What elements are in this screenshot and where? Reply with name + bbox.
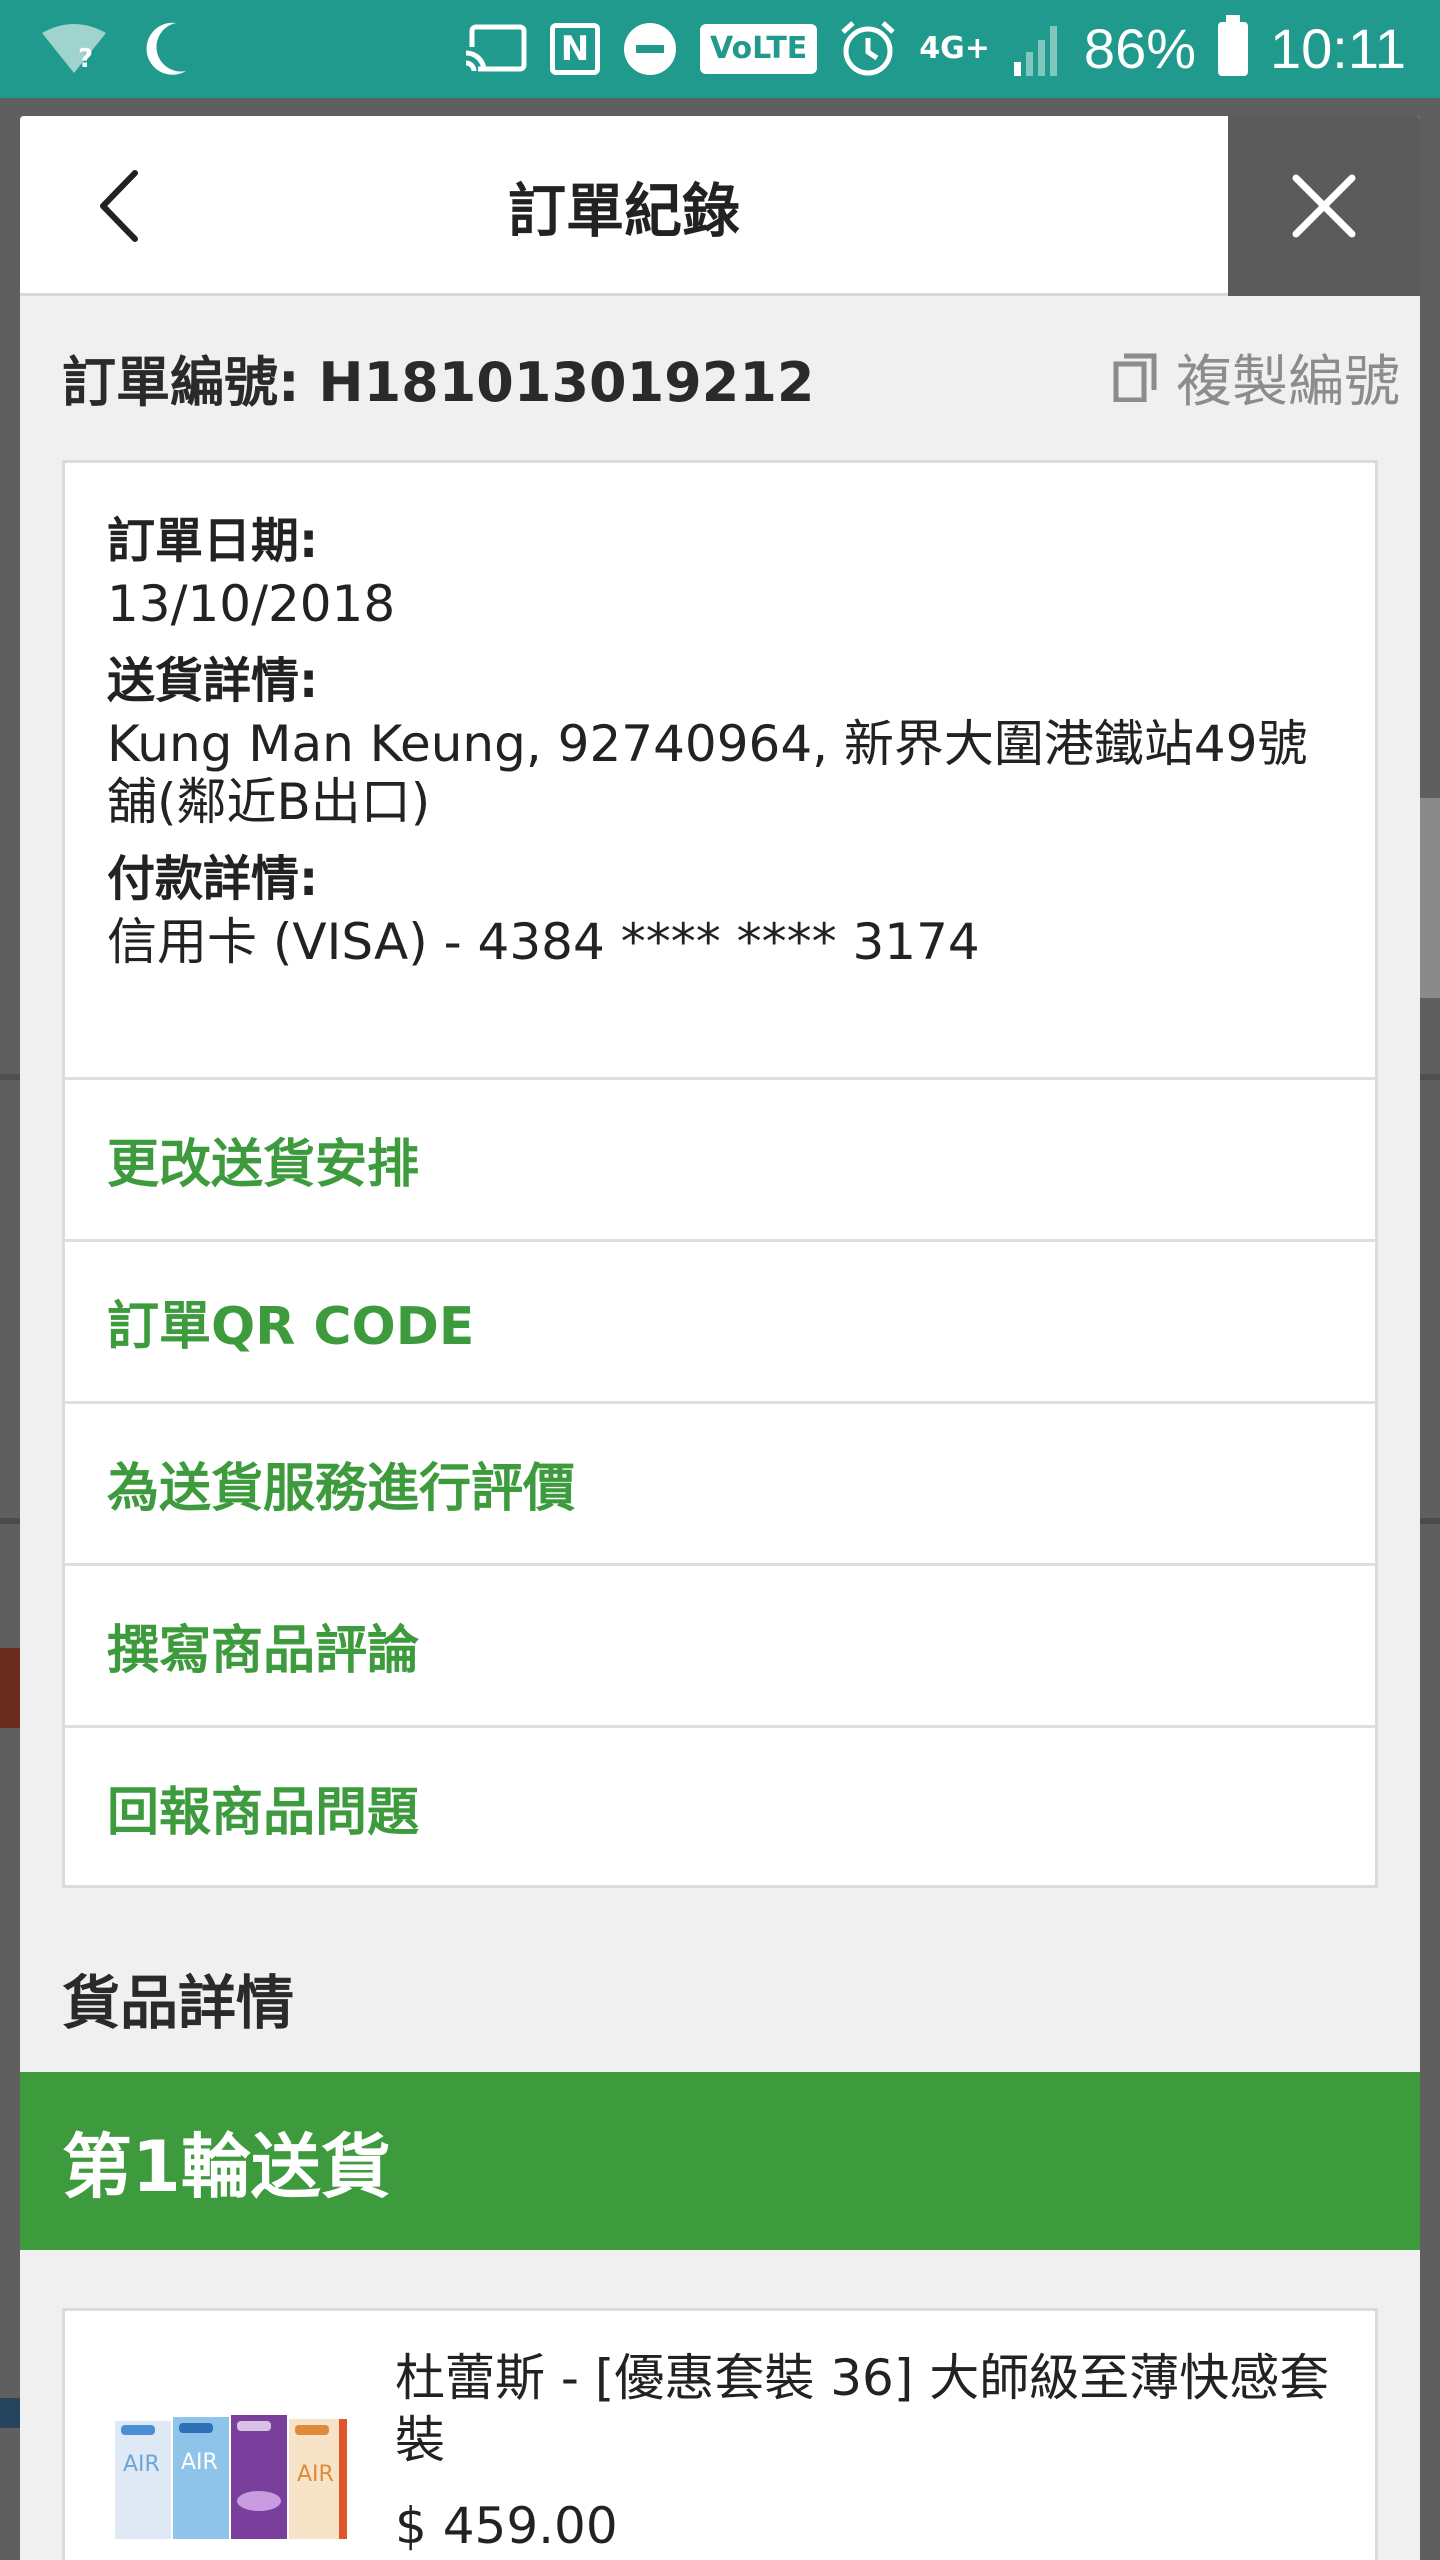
status-left: ? [40, 21, 228, 77]
delivery-details-value: Kung Man Keung, 92740964, 新界大圍港鐵站49號舖(鄰近… [107, 715, 1308, 831]
nfc-icon: N [549, 23, 600, 75]
svg-text:AIR: AIR [123, 2452, 160, 2477]
order-qr-code-link[interactable]: 訂單QR CODE [65, 1239, 1375, 1401]
delivery-round-banner: 第1輪送貨 [20, 2072, 1420, 2250]
alarm-icon [839, 20, 897, 78]
product-price: $ 459.00 [395, 2497, 618, 2555]
order-date-label: 訂單日期: [107, 513, 319, 569]
payment-details-value: 信用卡 (VISA) - 4384 **** **** 3174 [107, 913, 980, 971]
goods-section-title: 貨品詳情 [62, 1969, 295, 2037]
delivery-details-label: 送貨詳情: [107, 653, 319, 709]
order-info-card: 訂單日期: 13/10/2018 送貨詳情: Kung Man Keung, 9… [62, 460, 1378, 1888]
copy-order-number-button[interactable]: 複製編號 [1112, 337, 1400, 418]
product-item[interactable]: AIR AIR AIR 杜蕾斯 - [優惠套裝 36] 大師級至薄快感套裝 $ … [62, 2308, 1378, 2560]
close-button[interactable] [1228, 116, 1420, 296]
rate-delivery-link[interactable]: 為送貨服務進行評價 [65, 1401, 1375, 1563]
battery-percent: 86% [1083, 17, 1197, 80]
product-name[interactable]: 杜蕾斯 - [優惠套裝 36] 大師級至薄快感套裝 [395, 2347, 1345, 2471]
order-number: 訂單編號: H181013019212 [62, 350, 815, 414]
cast-icon [463, 23, 528, 75]
copy-label: 複製編號 [1176, 349, 1400, 415]
moon-icon [146, 21, 190, 77]
close-icon [1292, 174, 1356, 238]
write-review-link[interactable]: 撰寫商品評論 [65, 1563, 1375, 1725]
modal-header: 訂單紀錄 [20, 116, 1420, 296]
svg-text:?: ? [78, 44, 93, 74]
change-delivery-link[interactable]: 更改送貨安排 [65, 1077, 1375, 1239]
background-edge [0, 2398, 20, 2428]
back-button[interactable] [80, 166, 160, 246]
order-details: 訂單日期: 13/10/2018 送貨詳情: Kung Man Keung, 9… [65, 463, 1375, 1077]
dnd-icon [622, 21, 678, 77]
product-image[interactable]: AIR AIR AIR [113, 2411, 349, 2541]
svg-text:AIR: AIR [297, 2462, 334, 2487]
payment-details-label: 付款詳情: [107, 851, 319, 907]
clock: 10:11 [1270, 17, 1406, 80]
copy-icon [1112, 352, 1158, 402]
wifi-question-icon: ? [40, 23, 108, 75]
lte-icon: 4G+ [919, 31, 990, 66]
volte-icon: VoLTE [699, 24, 818, 74]
background-edge [0, 1648, 20, 1728]
status-right: N VoLTE 4G+ 86% 10:11 [442, 15, 1406, 80]
chevron-left-icon [100, 170, 138, 242]
status-bar: ? N VoLTE 4G+ 86% 10:11 [0, 0, 1440, 98]
signal-icon [1012, 22, 1062, 76]
battery-icon [1218, 15, 1249, 76]
order-number-row: 訂單編號: H181013019212 複製編號 [62, 342, 1400, 415]
background-edge [1420, 798, 1440, 998]
page-title: 訂單紀錄 [507, 177, 740, 245]
order-record-modal: 訂單紀錄 訂單編號: H181013019212 複製編號 訂單日期: 13/1… [20, 116, 1420, 2560]
order-date-value: 13/10/2018 [107, 575, 396, 633]
svg-text:AIR: AIR [181, 2450, 218, 2475]
report-issue-link[interactable]: 回報商品問題 [65, 1725, 1375, 1887]
